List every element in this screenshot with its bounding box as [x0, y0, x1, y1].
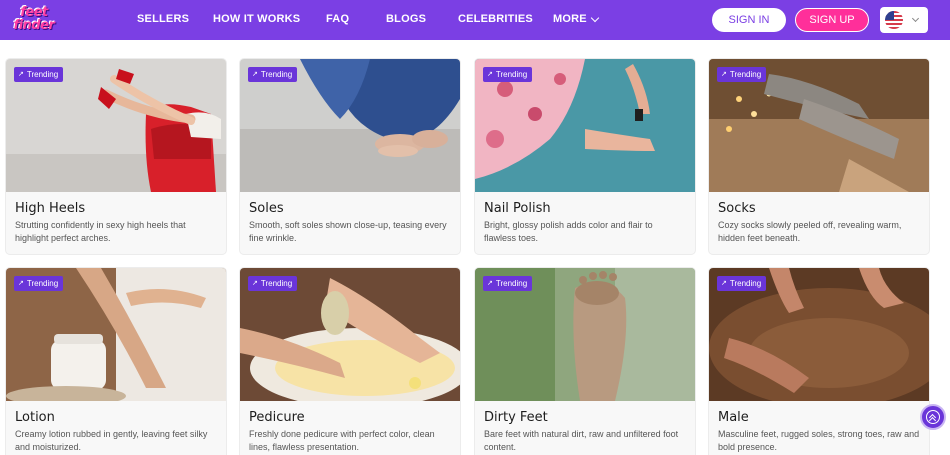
card-description: Freshly done pedicure with perfect color… — [249, 429, 435, 452]
trending-badge: ↗ Trending — [483, 276, 533, 291]
trending-up-icon: ↗ — [18, 280, 24, 287]
card-title: Lotion — [15, 410, 55, 425]
trending-badge: ↗ Trending — [717, 276, 767, 291]
card-description: Masculine feet, rugged soles, strong toe… — [718, 429, 920, 452]
card-image-lotion: ↗ Trending — [6, 268, 226, 401]
nav-how-it-works[interactable]: HOW IT WORKS — [213, 13, 300, 25]
card-description: Bright, glossy polish adds color and fla… — [484, 220, 653, 243]
card-title: Socks — [718, 201, 756, 216]
card-title: Pedicure — [249, 410, 305, 425]
logo-line-2: finder — [13, 18, 55, 33]
category-card-lotion[interactable]: ↗ Trending Lotion Creamy lotion rubbed i… — [6, 268, 226, 455]
badge-label: Trending — [26, 70, 59, 79]
badge-label: Trending — [495, 70, 528, 79]
card-description: Bare feet with natural dirt, raw and unf… — [484, 429, 679, 452]
badge-label: Trending — [729, 279, 762, 288]
category-card-high-heels[interactable]: ↗ Trending High Heels Strutting confiden… — [6, 59, 226, 254]
category-card-nail-polish[interactable]: ↗ Trending Nail Polish Bright, glossy po… — [475, 59, 695, 254]
sign-in-button[interactable]: SIGN IN — [712, 8, 786, 32]
trending-badge: ↗ Trending — [483, 67, 533, 82]
site-logo[interactable]: feet finder — [6, 3, 62, 37]
category-card-male[interactable]: ↗ Trending Male Masculine feet, rugged s… — [709, 268, 929, 455]
card-image-socks: ↗ Trending — [709, 59, 929, 192]
nav-more: MORE — [553, 13, 587, 25]
card-image-dirty-feet: ↗ Trending — [475, 268, 695, 401]
scroll-to-top-button[interactable] — [920, 404, 946, 430]
category-card-dirty-feet[interactable]: ↗ Trending Dirty Feet Bare feet with nat… — [475, 268, 695, 455]
us-flag-icon — [885, 11, 903, 29]
trending-up-icon: ↗ — [252, 280, 258, 287]
card-title: Dirty Feet — [484, 410, 548, 425]
badge-label: Trending — [260, 70, 293, 79]
chevron-down-icon — [590, 13, 600, 22]
card-description: Cozy socks slowly peeled off, revealing … — [718, 220, 902, 243]
category-card-soles[interactable]: ↗ Trending Soles Smooth, soft soles show… — [240, 59, 460, 254]
trending-up-icon: ↗ — [721, 71, 727, 78]
trending-up-icon: ↗ — [487, 280, 493, 287]
badge-label: Trending — [260, 279, 293, 288]
trending-up-icon: ↗ — [252, 71, 258, 78]
trending-up-icon: ↗ — [487, 71, 493, 78]
card-image-soles: ↗ Trending — [240, 59, 460, 192]
category-card-pedicure[interactable]: ↗ Trending Pedicure Freshly done pedicur… — [240, 268, 460, 455]
badge-label: Trending — [729, 70, 762, 79]
trending-badge: ↗ Trending — [248, 67, 298, 82]
trending-badge: ↗ Trending — [14, 276, 64, 291]
nav-faq[interactable]: FAQ — [326, 13, 349, 25]
category-card-socks[interactable]: ↗ Trending Socks Cozy socks slowly peele… — [709, 59, 929, 254]
card-title: Male — [718, 410, 749, 425]
language-selector[interactable] — [880, 7, 928, 33]
card-description: Smooth, soft soles shown close-up, teasi… — [249, 220, 447, 243]
card-description: Strutting confidently in sexy high heels… — [15, 220, 186, 243]
card-title: Nail Polish — [484, 201, 551, 216]
trending-badge: ↗ Trending — [717, 67, 767, 82]
badge-label: Trending — [26, 279, 59, 288]
nav-more-dropdown[interactable]: MORE — [553, 13, 600, 25]
top-nav-bar: feet finder SELLERS HOW IT WORKS FAQ BLO… — [0, 0, 950, 40]
card-image-pedicure: ↗ Trending — [240, 268, 460, 401]
card-title: Soles — [249, 201, 284, 216]
nav-blogs[interactable]: BLOGS — [386, 13, 426, 25]
card-title: High Heels — [15, 201, 86, 216]
chevron-down-icon — [911, 14, 920, 23]
card-image-high-heels: ↗ Trending — [6, 59, 226, 192]
trending-badge: ↗ Trending — [14, 67, 64, 82]
nav-celebrities[interactable]: CELEBRITIES — [458, 13, 533, 25]
card-image-nail-polish: ↗ Trending — [475, 59, 695, 192]
trending-up-icon: ↗ — [18, 71, 24, 78]
trending-badge: ↗ Trending — [248, 276, 298, 291]
badge-label: Trending — [495, 279, 528, 288]
trending-up-icon: ↗ — [721, 280, 727, 287]
nav-sellers[interactable]: SELLERS — [137, 13, 189, 25]
card-description: Creamy lotion rubbed in gently, leaving … — [15, 429, 208, 452]
sign-up-button[interactable]: SIGN UP — [795, 8, 869, 32]
card-image-male: ↗ Trending — [709, 268, 929, 401]
